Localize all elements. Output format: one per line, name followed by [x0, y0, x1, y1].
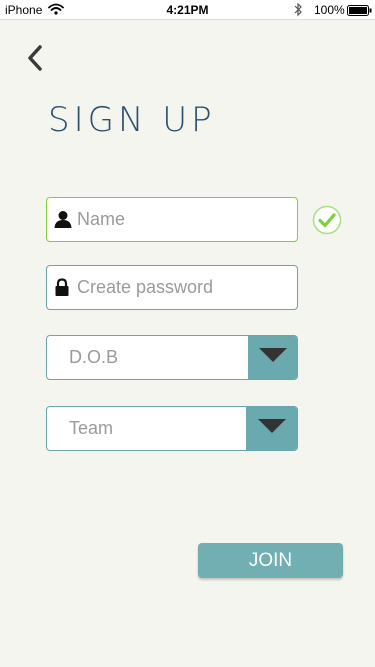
- team-select[interactable]: Team: [46, 406, 298, 451]
- team-select-value: Team: [69, 418, 114, 438]
- battery-percent: 100%: [314, 3, 345, 17]
- chevron-left-icon: [27, 44, 43, 76]
- back-button[interactable]: [20, 44, 50, 76]
- dob-select[interactable]: D.O.B: [46, 335, 298, 380]
- join-button[interactable]: JOIN: [198, 543, 343, 578]
- battery-icon: [347, 5, 372, 19]
- status-bar: iPhone 4:21PM 100%: [0, 0, 375, 20]
- password-input[interactable]: [77, 266, 287, 309]
- user-icon: [54, 210, 72, 233]
- name-input[interactable]: [77, 198, 287, 241]
- page-title: SIGN UP: [48, 100, 216, 140]
- caret-down-icon: [258, 347, 287, 368]
- bluetooth-icon: [294, 2, 303, 20]
- check-circle-icon: [312, 205, 342, 240]
- lock-icon: [54, 278, 70, 302]
- dob-dropdown-toggle[interactable]: [248, 336, 297, 379]
- caret-down-icon: [257, 418, 286, 439]
- password-field[interactable]: [46, 265, 298, 310]
- name-field[interactable]: [46, 197, 298, 242]
- team-dropdown-toggle[interactable]: [246, 407, 297, 450]
- dob-select-value: D.O.B: [69, 347, 119, 367]
